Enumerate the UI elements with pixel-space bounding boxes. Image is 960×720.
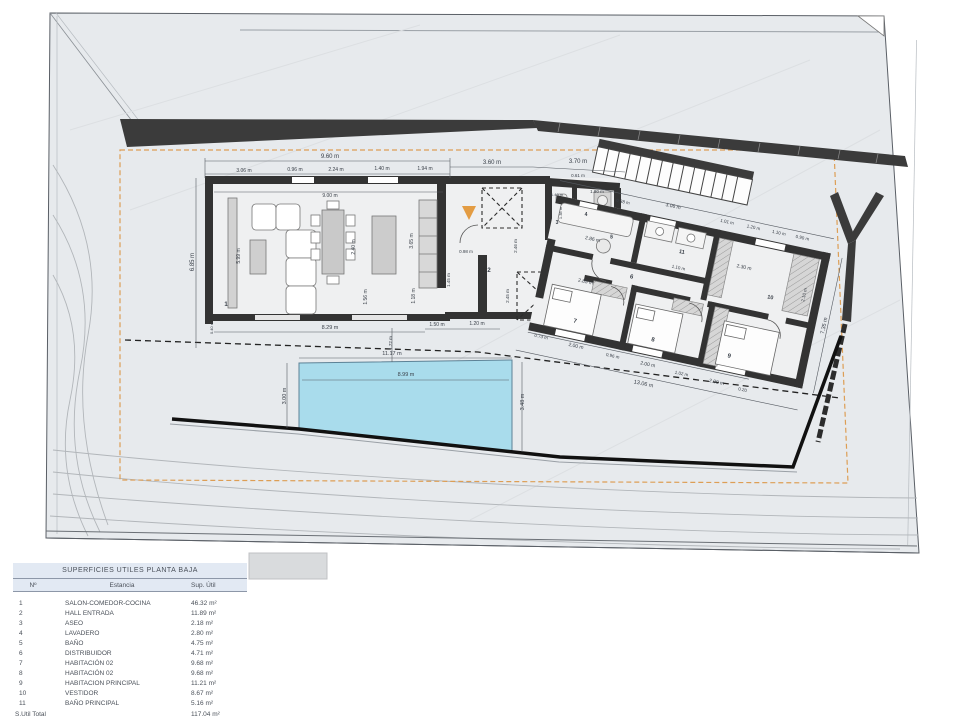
dimension-label: 1.40 m [374,166,389,172]
floor-plan-sheet: { "table": { "title": "SUPERFICIES UTILE… [0,0,960,720]
dimension-label: 1.18 m [411,288,417,303]
dimension-label: 8.99 m [398,372,415,378]
area-table: SUPERFICIES UTILES PLANTA BAJA Nº Estanc… [13,563,247,720]
table-title: SUPERFICIES UTILES PLANTA BAJA [13,563,247,579]
dimension-label: 6.85 m [190,253,196,271]
row-area: 2.80 m² [191,630,214,638]
row-area: 9.68 m² [191,660,214,668]
row-area: 9.68 m² [191,670,214,678]
dimension-label: 3.00 m [282,387,288,404]
dimension-label: 1.94 m [417,166,432,172]
row-room: LAVADERO [65,630,100,638]
row-room: VESTIDOR [65,690,99,698]
table-row: 6 DISTRIBUIDOR 4.71 m² [13,649,247,659]
site-plan-drawing: 0.88 m3.06 m1.01 m1.20 m1.10 m0.90 m2.86… [45,12,920,580]
row-room: HALL ENTRADA [65,610,114,618]
row-area: 2.18 m² [191,620,214,628]
dimension-label: 2.40 m [351,239,357,254]
col-number: Nº [29,581,37,589]
table-row: 5 BAÑO 4.75 m² [13,639,247,649]
dimension-label: 2.46 m [513,239,518,253]
dimension-label: 3.06 m [236,168,251,174]
row-number: 11 [19,700,26,708]
dimension-label: 9.00 m [322,193,337,199]
row-number: 8 [19,670,23,678]
room-number: 11 [678,249,685,256]
table-row: 3 ASEO 2.18 m² [13,619,247,629]
row-room: ASEO [65,620,84,628]
sheet-fragment [248,552,328,580]
col-room: Estancia [109,581,135,589]
row-area: 46.32 m² [191,600,217,608]
row-number: 1 [19,600,23,608]
col-area: Sup. Útil [191,581,216,589]
room-number: 10 [767,294,774,301]
total-label: S.Util Total [15,710,46,718]
table-row: 9 HABITACION PRINCIPAL 11.21 m² [13,679,247,689]
dimension-label: 3.60 m [483,160,501,166]
row-area: 4.71 m² [191,650,214,658]
row-room: HABITACIÓN 02 [65,670,114,678]
row-number: 6 [19,650,23,658]
total-value: 117.04 m² [191,710,220,718]
dimension-label: 3.48 m [520,393,526,410]
dimension-label: 1.20 m [469,321,484,327]
dimension-label: 3.70 m [569,159,587,165]
row-area: 11.21 m² [191,680,217,688]
dimension-label: 1.45 m [446,273,451,287]
row-room: HABITACIÓN 02 [65,660,114,668]
dimension-label: 1.72 m [388,336,393,350]
dimension-label: 1.40 m [551,192,564,197]
table-row: 8 HABITACIÓN 02 9.68 m² [13,669,247,679]
dimension-label: 1.80 m [590,189,604,194]
table-row: 2 HALL ENTRADA 11.89 m² [13,609,247,619]
dimension-label: 1.50 m [429,322,444,328]
row-area: 11.89 m² [191,610,217,618]
area-table-body: 1 SALON-COMEDOR-COCINA 46.32 m² 2 HALL E… [13,599,247,709]
row-room: BAÑO PRINCIPAL [65,700,120,708]
dimension-label: 2.24 m [328,167,343,173]
dimension-label: 1.38 m [558,206,563,219]
dimension-label: 3.65 m [409,233,415,248]
row-number: 10 [19,690,27,698]
room-number: 3 [556,220,559,226]
dimension-label: 1.56 m [363,289,369,304]
row-room: SALON-COMEDOR-COCINA [65,600,151,608]
table-row: 1 SALON-COMEDOR-COCINA 46.32 m² [13,599,247,609]
dimension-label: 9.60 m [321,154,339,160]
table-header: Nº Estancia Sup. Útil [13,578,247,592]
dimension-label: 2.45 m [505,289,510,303]
dimension-label: 0.61 m [571,173,585,178]
row-number: 4 [19,630,23,638]
room-number: 4 [585,212,588,218]
row-area: 8.67 m² [191,690,214,698]
dimension-label: 0.98 m [459,249,473,254]
row-room: HABITACION PRINCIPAL [65,680,140,688]
row-number: 9 [19,680,23,688]
dimension-label: 8.29 m [322,325,339,331]
table-total-row: S.Util Total 117.04 m² [13,709,247,720]
row-room: DISTRIBUIDOR [65,650,112,658]
kitchen-counter [418,199,438,289]
row-room: BAÑO [65,640,84,648]
coffee-table [249,239,267,275]
table-row: 10 VESTIDOR 8.67 m² [13,689,247,699]
table-row: 11 BAÑO PRINCIPAL 5.16 m² [13,699,247,709]
row-area: 4.75 m² [191,640,214,648]
table-row: 7 HABITACIÓN 02 9.68 m² [13,659,247,669]
dining-table [321,209,345,275]
row-number: 2 [19,610,23,618]
dimension-label: 11.17 m [382,351,402,357]
row-area: 5.16 m² [191,700,214,708]
table-row: 4 LAVADERO 2.80 m² [13,629,247,639]
row-number: 5 [19,640,23,648]
dimension-label: 0.96 m [287,167,302,173]
kitchen-island [371,215,397,275]
row-number: 3 [19,620,23,628]
dimension-label: 5.99 m [236,248,242,263]
dimension-label: 0.40 m [209,321,214,334]
row-number: 7 [19,660,23,668]
